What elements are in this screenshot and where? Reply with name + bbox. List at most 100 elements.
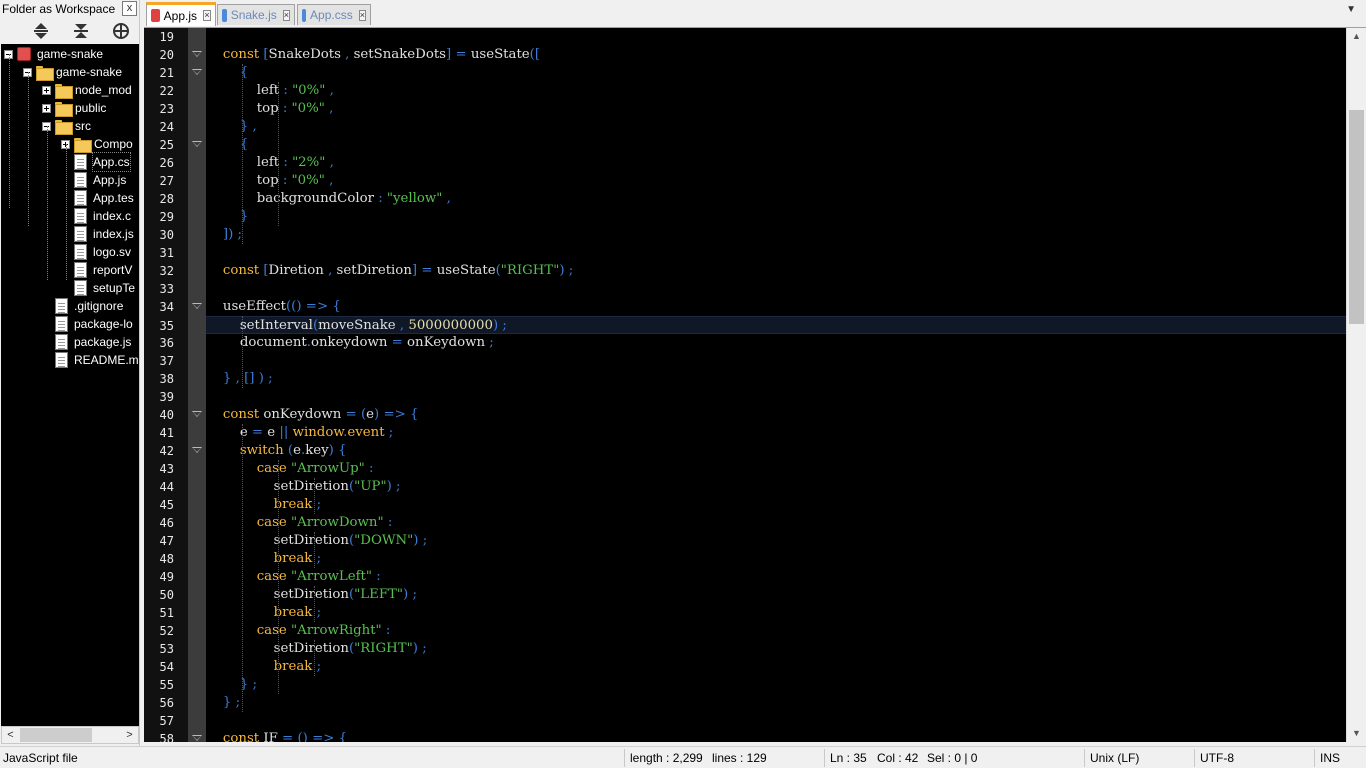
expand-icon[interactable]	[42, 103, 51, 113]
code-line[interactable]: 19	[160, 28, 1346, 46]
code-line[interactable]: 23 top : "0%" ,	[160, 100, 1346, 118]
code-line[interactable]: 37	[160, 352, 1346, 370]
code-line[interactable]: 50 setDiretion("LEFT") ;	[160, 586, 1346, 604]
code-line[interactable]: 28 backgroundColor : "yellow" ,	[160, 190, 1346, 208]
collapse-all-icon[interactable]	[67, 20, 95, 42]
code-line[interactable]: 33	[160, 280, 1346, 298]
tree-file-item[interactable]: App.js	[61, 171, 126, 189]
code-line[interactable]: 34 useEffect(() => {	[160, 298, 1346, 316]
tree-file-item[interactable]: package.js	[42, 333, 131, 351]
code-line[interactable]: 27 top : "0%" ,	[160, 172, 1346, 190]
fold-toggle-icon[interactable]	[192, 447, 202, 453]
code-line[interactable]: 56 } ;	[160, 694, 1346, 712]
code-line[interactable]: 42 switch (e.key) {	[160, 442, 1346, 460]
tree-folder-item[interactable]: Compo	[61, 135, 133, 153]
workspace-tree[interactable]: game-snake game-snake node_mod public src Com…	[1, 44, 139, 726]
folder-icon	[55, 83, 73, 99]
code-line[interactable]: 45 break ;	[160, 496, 1346, 514]
tree-file-item[interactable]: README.m	[42, 351, 139, 369]
code-line[interactable]: 25 {	[160, 136, 1346, 154]
tree-file-item[interactable]: index.js	[61, 225, 134, 243]
code-line[interactable]: 36 document.onkeydown = onKeydown ;	[160, 334, 1346, 352]
code-line[interactable]: 52 case "ArrowRight" :	[160, 622, 1346, 640]
code-line[interactable]: 24 } ,	[160, 118, 1346, 136]
tree-item-label: reportV	[93, 263, 133, 277]
scroll-right-arrow-icon[interactable]: >	[121, 727, 138, 743]
code-line[interactable]: 31	[160, 244, 1346, 262]
tab-snake-js[interactable]: Snake.js ×	[217, 4, 295, 25]
folder-icon	[74, 137, 92, 153]
tree-folder-item[interactable]: src	[42, 117, 91, 135]
panel-close-button[interactable]: x	[122, 1, 137, 16]
tab-list-dropdown-icon[interactable]: ▼	[1346, 4, 1356, 15]
code-line[interactable]: 47 setDiretion("DOWN") ;	[160, 532, 1346, 550]
code-line[interactable]: 57	[160, 712, 1346, 730]
code-line[interactable]: 32 const [Diretion , setDiretion] = useS…	[160, 262, 1346, 280]
tab-close-icon[interactable]: ×	[358, 9, 366, 21]
code-line[interactable]: 35 setInterval(moveSnake , 5000000000) ;	[160, 316, 1346, 334]
code-line[interactable]: 46 case "ArrowDown" :	[160, 514, 1346, 532]
tab-close-icon[interactable]: ×	[282, 9, 290, 21]
tree-file-item[interactable]: logo.sv	[61, 243, 131, 261]
tree-folder-item[interactable]: game-snake	[4, 45, 103, 63]
code-line[interactable]: 21 {	[160, 64, 1346, 82]
code-line[interactable]: 44 setDiretion("UP") ;	[160, 478, 1346, 496]
scroll-thumb[interactable]	[1349, 110, 1364, 324]
code-line[interactable]: 20 const [SnakeDots , setSnakeDots] = us…	[160, 46, 1346, 64]
code-line[interactable]: 48 break ;	[160, 550, 1346, 568]
tree-file-item[interactable]: .gitignore	[42, 297, 123, 315]
code-line[interactable]: 40 const onKeydown = (e) => {	[160, 406, 1346, 424]
tree-file-item[interactable]: index.c	[61, 207, 131, 225]
tree-folder-item[interactable]: game-snake	[23, 63, 122, 81]
fold-toggle-icon[interactable]	[192, 69, 202, 75]
code-line[interactable]: 38 } , [] ) ;	[160, 370, 1346, 388]
scroll-left-arrow-icon[interactable]: <	[2, 727, 19, 743]
tree-file-item[interactable]: package-lo	[42, 315, 133, 333]
code-line[interactable]: 39	[160, 388, 1346, 406]
tree-file-item[interactable]: reportV	[61, 261, 132, 279]
tab-app-css[interactable]: App.css ×	[297, 4, 371, 25]
code-line[interactable]: 54 break ;	[160, 658, 1346, 676]
code-text: useEffect(() => {	[206, 299, 341, 314]
expand-collapse-icon[interactable]	[27, 20, 55, 42]
code-line[interactable]: 43 case "ArrowUp" :	[160, 460, 1346, 478]
code-line[interactable]: 29 }	[160, 208, 1346, 226]
tree-horizontal-scrollbar[interactable]: < >	[1, 726, 139, 744]
code-line[interactable]: 53 setDiretion("RIGHT") ;	[160, 640, 1346, 658]
fold-toggle-icon[interactable]	[192, 735, 202, 741]
code-line[interactable]: 51 break ;	[160, 604, 1346, 622]
tree-item-label: package-lo	[74, 317, 133, 331]
fold-toggle-icon[interactable]	[192, 141, 202, 147]
code-editor[interactable]: 19 20 const [SnakeDots , setSnakeDots] = …	[144, 28, 1346, 742]
line-number: 48	[159, 552, 174, 566]
status-file-type: JavaScript file	[3, 751, 78, 765]
expand-icon[interactable]	[42, 85, 51, 95]
code-line[interactable]: 26 left : "2%" ,	[160, 154, 1346, 172]
file-icon	[151, 9, 160, 22]
tree-file-item[interactable]: App.tes	[61, 189, 134, 207]
scroll-down-arrow-icon[interactable]: ▼	[1347, 725, 1366, 742]
scroll-thumb[interactable]	[20, 728, 92, 742]
code-line[interactable]: 55 } ;	[160, 676, 1346, 694]
fold-toggle-icon[interactable]	[192, 303, 202, 309]
scroll-up-arrow-icon[interactable]: ▲	[1347, 28, 1366, 45]
tree-folder-item[interactable]: node_mod	[42, 81, 132, 99]
code-line[interactable]: 49 case "ArrowLeft" :	[160, 568, 1346, 586]
tree-file-item[interactable]: setupTe	[61, 279, 135, 297]
code-line[interactable]: 22 left : "0%" ,	[160, 82, 1346, 100]
fold-toggle-icon[interactable]	[192, 411, 202, 417]
editor-vertical-scrollbar[interactable]: ▲ ▼	[1346, 28, 1366, 742]
code-line[interactable]: 30 ]) ;	[160, 226, 1346, 244]
code-area[interactable]: 19 20 const [SnakeDots , setSnakeDots] = …	[160, 28, 1346, 742]
tree-folder-item[interactable]: public	[42, 99, 106, 117]
tab-close-icon[interactable]: ×	[203, 10, 211, 21]
tab-app-js[interactable]: App.js ×	[146, 2, 216, 26]
tree-file-item[interactable]: App.cs	[61, 152, 131, 172]
locate-file-icon[interactable]	[107, 20, 135, 42]
code-line[interactable]: 41 e = e || window.event ;	[160, 424, 1346, 442]
fold-toggle-icon[interactable]	[192, 51, 202, 57]
line-number: 19	[159, 30, 174, 44]
status-insert-mode: INS	[1320, 751, 1341, 765]
fold-margin[interactable]	[188, 28, 206, 742]
code-line[interactable]: 58 const IF = () => {	[160, 730, 1346, 742]
